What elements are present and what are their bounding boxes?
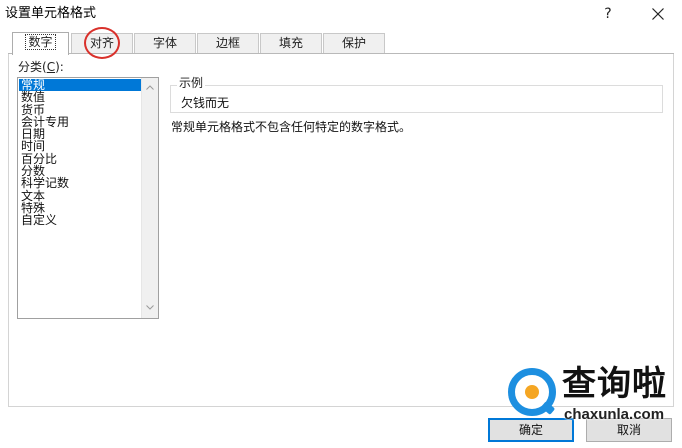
category-label: 分类(C): — [18, 60, 64, 74]
tab-protection-label: 保护 — [341, 36, 366, 50]
tab-fill-label: 填充 — [278, 36, 303, 50]
chevron-up-icon — [146, 85, 154, 90]
dialog-title: 设置单元格格式 — [5, 6, 97, 21]
tab-border[interactable]: 边框 — [197, 33, 259, 54]
list-item-time[interactable]: 时间 — [19, 140, 141, 152]
list-item-scientific[interactable]: 科学记数 — [19, 177, 141, 189]
tab-font[interactable]: 字体 — [134, 33, 196, 54]
title-bar: 设置单元格格式 ? — [0, 0, 682, 30]
category-list: 常规 数值 货币 会计专用 日期 时间 百分比 分数 科学记数 文本 特殊 自定… — [19, 79, 141, 227]
close-icon — [652, 8, 664, 20]
list-item-number[interactable]: 数值 — [19, 91, 141, 103]
tab-strip: 数字 对齐 字体 边框 填充 保护 — [8, 32, 674, 55]
tab-border-label: 边框 — [215, 36, 240, 50]
category-listbox[interactable]: 常规 数值 货币 会计专用 日期 时间 百分比 分数 科学记数 文本 特殊 自定… — [17, 77, 159, 319]
tab-number-label: 数字 — [25, 34, 56, 50]
tab-alignment[interactable]: 对齐 — [71, 33, 133, 54]
tab-protection[interactable]: 保护 — [323, 33, 385, 54]
sample-group — [170, 85, 663, 113]
tab-alignment-label: 对齐 — [89, 36, 114, 50]
sample-value: 欠钱而无 — [181, 96, 230, 110]
list-item-custom[interactable]: 自定义 — [19, 214, 141, 226]
tab-fill[interactable]: 填充 — [260, 33, 322, 54]
list-scrollbar[interactable] — [141, 78, 158, 318]
logo-dot — [525, 385, 539, 399]
help-button[interactable]: ? — [596, 2, 620, 26]
sample-label: 示例 — [177, 76, 206, 90]
format-description: 常规单元格格式不包含任何特定的数字格式。 — [171, 120, 412, 134]
format-cells-dialog: 设置单元格格式 ? 数字 对齐 字体 边框 填充 保护 分类(C): 常规 数值… — [0, 0, 682, 448]
watermark-domain: chaxunla.com — [564, 406, 665, 423]
scroll-up-button[interactable] — [142, 80, 158, 96]
watermark: 查询啦 chaxunla.com — [500, 360, 682, 448]
tab-number[interactable]: 数字 — [12, 32, 69, 55]
close-button[interactable] — [644, 2, 672, 26]
scroll-down-button[interactable] — [142, 300, 158, 316]
watermark-name: 查询啦 — [562, 364, 667, 404]
tab-font-label: 字体 — [152, 36, 177, 50]
chevron-down-icon — [146, 305, 154, 310]
